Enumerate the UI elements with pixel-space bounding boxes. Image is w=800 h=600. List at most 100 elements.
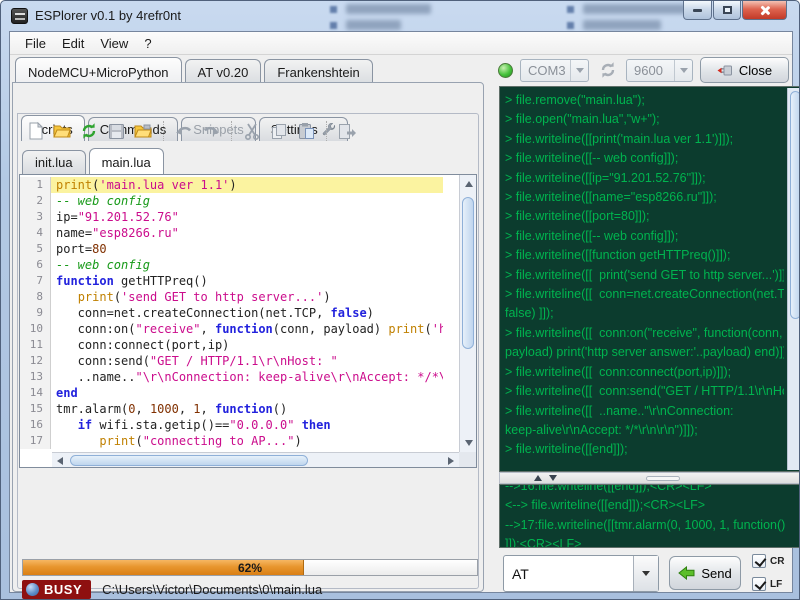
code-line-text: print('send GET to http server...')	[51, 289, 443, 305]
code-line-text: end	[51, 385, 443, 401]
terminal-line: > file.writeline([[-- web config]]);	[505, 149, 784, 168]
command-row: AT Send CR LF	[499, 552, 800, 592]
background-bullet	[330, 6, 337, 13]
com-port-value: COM3	[521, 63, 570, 78]
baud-rate-select[interactable]: 9600	[626, 59, 693, 82]
monitor-output: -->16:file.writeline([[end]]);<CR><LF><-…	[505, 484, 800, 548]
reload-icon[interactable]	[78, 120, 100, 142]
code-editor[interactable]: 1print('main.lua ver 1.1')2-- web config…	[19, 174, 477, 468]
baud-rate-value: 9600	[627, 63, 674, 78]
code-line-text: conn:send("GET / HTTP/1.1\r\nHost: "	[51, 353, 443, 369]
splitter-up-icon[interactable]	[534, 475, 542, 481]
code-line[interactable]: 2-- web config	[20, 193, 443, 209]
minimize-button[interactable]	[683, 1, 712, 20]
menu-item-view[interactable]: View	[93, 34, 135, 53]
code-line[interactable]: 12 conn:send("GET / HTTP/1.1\r\nHost: "	[20, 353, 443, 369]
baud-rate-dropdown[interactable]	[674, 60, 692, 81]
close-port-button[interactable]: Close	[700, 57, 789, 83]
close-window-button[interactable]	[742, 1, 787, 20]
cr-label: CR	[770, 556, 784, 567]
new-file-icon[interactable]	[24, 120, 46, 142]
file-tab-main-lua[interactable]: main.lua	[89, 148, 164, 174]
code-line[interactable]: 11 conn:connect(port,ip)	[20, 337, 443, 353]
code-line[interactable]: 7function getHTTPreq()	[20, 273, 443, 289]
cut-icon[interactable]	[241, 120, 263, 142]
code-line[interactable]: 1print('main.lua ver 1.1')	[20, 177, 443, 193]
scroll-left-icon[interactable]	[57, 457, 63, 465]
terminal-line: > file.writeline([[ conn:connect(port,ip…	[505, 363, 784, 382]
command-combo[interactable]: AT	[503, 555, 659, 592]
scroll-down-icon[interactable]	[465, 440, 473, 446]
background-bullet	[567, 22, 574, 29]
code-line-text: print('main.lua ver 1.1')	[51, 177, 443, 193]
menu-item-item-3[interactable]: ?	[137, 34, 158, 53]
line-number: 12	[20, 353, 51, 369]
code-line[interactable]: 10 conn:on("receive", function(conn, pay…	[20, 321, 443, 337]
copy-icon[interactable]	[268, 120, 290, 142]
connection-led-icon	[498, 63, 513, 78]
code-area[interactable]: 1print('main.lua ver 1.1')2-- web config…	[20, 175, 443, 452]
client-area: FileEditView? NodeMCU+MicroPythonAT v0.2…	[9, 31, 793, 593]
monitor-line: <--> file.writeline([[end]]);<CR><LF>	[505, 496, 800, 515]
code-line[interactable]: 6-- web config	[20, 257, 443, 273]
menu-item-file[interactable]: File	[18, 34, 53, 53]
code-line[interactable]: 16 if wifi.sta.getip()=="0.0.0.0" then	[20, 417, 443, 433]
code-line[interactable]: 5port=80	[20, 241, 443, 257]
code-line[interactable]: 3ip="91.201.52.76"	[20, 209, 443, 225]
tab-nodemcu-micropython[interactable]: NodeMCU+MicroPython	[15, 57, 182, 85]
cr-option[interactable]: CR	[752, 554, 784, 568]
com-port-select[interactable]: COM3	[520, 59, 589, 82]
terminal-splitter[interactable]	[499, 472, 800, 484]
minimize-icon	[693, 9, 702, 12]
splitter-grip[interactable]	[646, 476, 680, 481]
chevron-down-icon	[680, 68, 688, 73]
save-as-icon[interactable]	[132, 120, 154, 142]
send-command-button[interactable]: Send	[669, 556, 741, 590]
vertical-scroll-thumb[interactable]	[462, 197, 474, 349]
scroll-right-icon[interactable]	[448, 457, 454, 465]
cr-checkbox[interactable]	[752, 554, 766, 568]
serial-terminal[interactable]: > file.remove("main.lua");> file.open("m…	[499, 86, 800, 472]
menu-item-edit[interactable]: Edit	[55, 34, 91, 53]
horizontal-scroll-thumb[interactable]	[70, 455, 308, 466]
scroll-up-icon[interactable]	[465, 181, 473, 187]
save-icon[interactable]	[105, 120, 127, 142]
code-line[interactable]: 13 ..name.."\r\nConnection: keep-alive\r…	[20, 369, 443, 385]
window-title: ESPlorer v0.1 by 4refr0nt	[35, 8, 181, 23]
file-tab-init-lua[interactable]: init.lua	[22, 150, 86, 174]
line-number: 13	[20, 369, 51, 385]
code-line[interactable]: 15tmr.alarm(0, 1000, 1, function()	[20, 401, 443, 417]
menu-bar: FileEditView?	[10, 32, 792, 55]
lf-label: LF	[770, 579, 782, 590]
export-icon[interactable]	[336, 120, 358, 142]
maximize-button[interactable]	[713, 1, 741, 20]
editor-vertical-scrollbar[interactable]	[459, 175, 476, 452]
terminal-scroll-thumb[interactable]	[790, 91, 800, 319]
com-port-dropdown[interactable]	[570, 60, 588, 81]
line-number: 3	[20, 209, 51, 225]
terminal-line: > file.remove("main.lua");	[505, 91, 784, 110]
command-input[interactable]: AT	[504, 556, 633, 591]
code-line[interactable]: 17 print("connecting to AP...")	[20, 433, 443, 449]
chevron-down-icon	[642, 571, 650, 576]
code-line[interactable]: 14end	[20, 385, 443, 401]
splitter-down-icon[interactable]	[549, 475, 557, 481]
app-icon	[11, 8, 28, 24]
terminal-line: > file.writeline([[ conn:send("GET / HTT…	[505, 382, 784, 401]
paste-icon[interactable]	[295, 120, 317, 142]
lf-option[interactable]: LF	[752, 577, 784, 591]
code-line[interactable]: 8 print('send GET to http server...')	[20, 289, 443, 305]
command-dropdown[interactable]	[633, 556, 658, 591]
code-line[interactable]: 4name="esp8266.ru"	[20, 225, 443, 241]
editor-horizontal-scrollbar[interactable]	[52, 452, 459, 467]
monitor-line: -->16:file.writeline([[end]]);<CR><LF>	[505, 484, 800, 496]
lf-checkbox[interactable]	[752, 577, 766, 591]
open-folder-icon[interactable]	[51, 120, 73, 142]
terminal-scrollbar[interactable]	[787, 88, 800, 470]
background-blurred-text	[583, 20, 661, 30]
code-line[interactable]: 9 conn=net.createConnection(net.TCP, fal…	[20, 305, 443, 321]
toolbar-separator	[163, 121, 164, 141]
redo-icon[interactable]	[200, 120, 222, 142]
refresh-ports-button[interactable]	[596, 59, 619, 82]
undo-icon[interactable]	[173, 120, 195, 142]
